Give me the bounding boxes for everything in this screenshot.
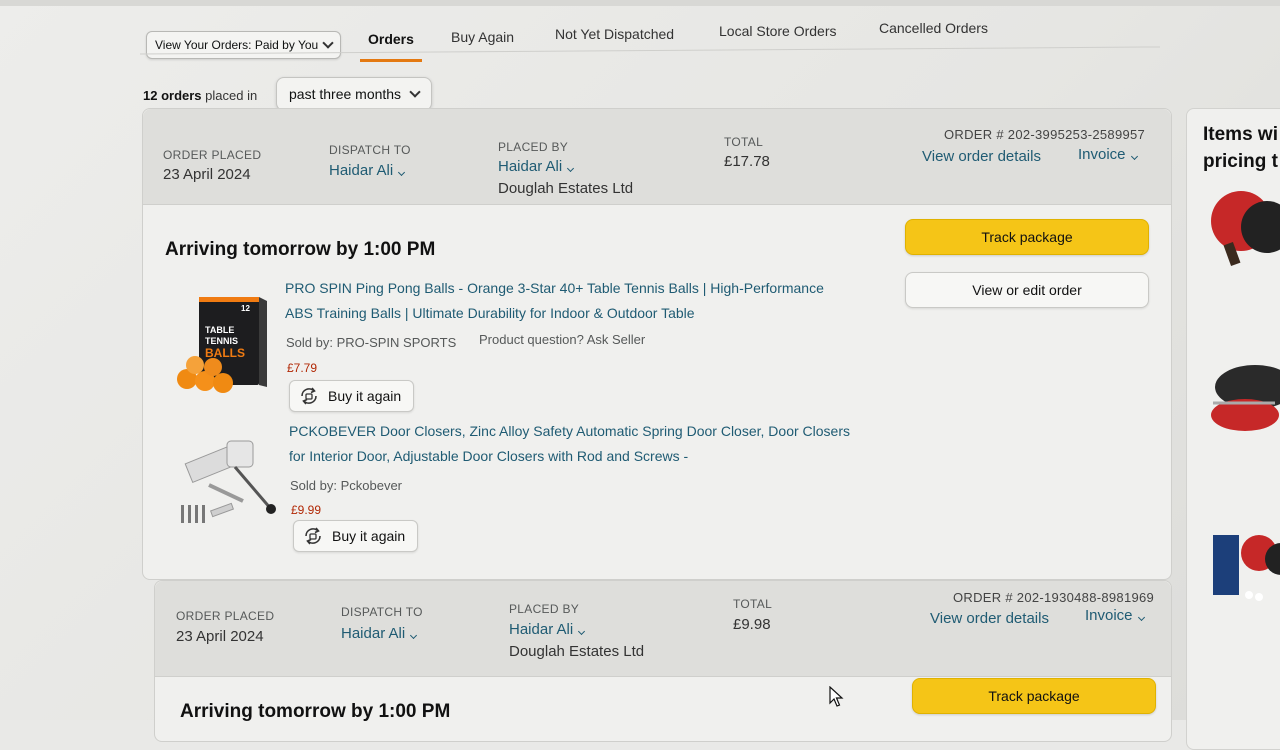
buy-it-again-button[interactable]: Buy it again [293, 520, 419, 552]
tab-local-store-orders[interactable]: Local Store Orders [719, 19, 837, 43]
chevron-down-icon [410, 631, 418, 640]
placed-in-label: placed in [205, 88, 258, 103]
door-closer-image[interactable] [179, 435, 279, 527]
ping-pong-balls-image[interactable]: TABLE TENNIS BALLS 12 [175, 291, 271, 395]
bat-case-image[interactable] [1205, 359, 1280, 439]
chevron-down-icon [567, 164, 575, 173]
dispatch-to-label: DISPATCH TO [329, 143, 411, 157]
order-placed-date: 23 April 2024 [163, 166, 251, 183]
chevron-down-icon [1130, 152, 1138, 161]
order-card-header: ORDER PLACED 23 April 2024 DISPATCH TO H… [155, 581, 1171, 677]
buy-it-again-label: Buy it again [328, 388, 402, 404]
invoice-dropdown[interactable]: Invoice [1085, 607, 1145, 624]
order-card-header: ORDER PLACED 23 April 2024 DISPATCH TO H… [143, 109, 1171, 205]
dispatch-to-label: DISPATCH TO [341, 605, 423, 619]
rail-title-line: Items wi [1203, 124, 1278, 145]
item-price: £7.79 [287, 361, 318, 375]
placed-by-label: PLACED BY [509, 602, 580, 616]
table-tennis-bat-image[interactable] [1205, 189, 1280, 269]
order-number: ORDER # 202-3995253-2589957 [944, 127, 1146, 142]
placed-by-name[interactable]: Haidar Ali [509, 621, 586, 638]
reorder-icon [301, 387, 317, 405]
paid-by-filter-label: View Your Orders: Paid by You [155, 38, 319, 52]
item-title-line: ABS Training Balls | Ultimate Durability… [285, 305, 695, 321]
total-label: TOTAL [733, 597, 773, 611]
ask-seller-link[interactable]: Product question? Ask Seller [479, 332, 645, 347]
placed-by-company: Douglah Estates Ltd [498, 180, 634, 197]
order-card: ORDER PLACED 23 April 2024 DISPATCH TO H… [154, 580, 1172, 742]
chevron-down-icon [322, 37, 334, 49]
order-total: £17.78 [724, 153, 770, 170]
invoice-link-text: Invoice [1085, 607, 1133, 624]
dispatch-to-name-text: Haidar Ali [329, 162, 394, 179]
track-package-button[interactable]: Track package [912, 678, 1156, 714]
dispatch-to-name-text: Haidar Ali [341, 625, 406, 642]
item-price: £9.99 [291, 503, 322, 517]
total-label: TOTAL [724, 135, 764, 149]
view-order-details-link[interactable]: View order details [930, 610, 1049, 627]
cursor-arrow-icon [829, 686, 844, 707]
sold-by: Sold by: PRO-SPIN SPORTS [286, 335, 457, 350]
tab-cancelled-orders[interactable]: Cancelled Orders [879, 16, 988, 40]
time-period-dropdown[interactable]: past three months [276, 77, 433, 111]
view-or-edit-order-button[interactable]: View or edit order [905, 272, 1149, 308]
rail-title: Items wi pricing t [1203, 121, 1278, 175]
chevron-down-icon [409, 86, 421, 98]
recommendations-rail: Items wi pricing t [1186, 108, 1280, 750]
invoice-dropdown[interactable]: Invoice [1078, 146, 1138, 163]
view-order-details-link[interactable]: View order details [922, 148, 1041, 165]
order-total: £9.98 [733, 616, 771, 633]
item-title-link[interactable]: PCKOBEVER Door Closers, Zinc Alloy Safet… [289, 419, 889, 469]
box-label-line-1: TABLE [205, 325, 234, 335]
paid-by-filter-dropdown[interactable]: View Your Orders: Paid by You [146, 31, 342, 59]
buy-it-again-label: Buy it again [332, 528, 406, 544]
rail-title-line: pricing t [1203, 151, 1278, 172]
browser-viewport: View Your Orders: Paid by You Orders Buy… [0, 0, 1280, 750]
dispatch-to-name[interactable]: Haidar Ali [341, 625, 418, 642]
chevron-down-icon [1137, 613, 1145, 622]
placed-by-label: PLACED BY [498, 140, 569, 154]
track-package-button[interactable]: Track package [905, 219, 1149, 255]
item-title-line: for Interior Door, Adjustable Door Close… [289, 448, 689, 464]
orders-count: 12 orders [143, 88, 202, 103]
placed-by-name-text: Haidar Ali [498, 158, 563, 175]
item-title-line: PRO SPIN Ping Pong Balls - Orange 3-Star… [285, 280, 824, 296]
tab-buy-again[interactable]: Buy Again [451, 25, 514, 49]
order-number: ORDER # 202-1930488-8981969 [953, 590, 1155, 605]
buy-it-again-button[interactable]: Buy it again [289, 380, 415, 412]
reorder-icon [305, 527, 321, 545]
order-placed-label: ORDER PLACED [163, 148, 262, 162]
order-card: ORDER PLACED 23 April 2024 DISPATCH TO H… [142, 108, 1172, 580]
item-title-line: PCKOBEVER Door Closers, Zinc Alloy Safet… [289, 423, 850, 439]
sold-by: Sold by: Pckobever [290, 478, 403, 493]
placed-by-name[interactable]: Haidar Ali [498, 158, 575, 175]
dispatch-to-name[interactable]: Haidar Ali [329, 162, 406, 179]
placed-by-company: Douglah Estates Ltd [509, 643, 645, 660]
chevron-down-icon [398, 168, 406, 177]
chevron-down-icon [578, 627, 586, 636]
placed-by-name-text: Haidar Ali [509, 621, 574, 638]
item-title-link[interactable]: PRO SPIN Ping Pong Balls - Orange 3-Star… [285, 276, 885, 326]
page-header-edge [0, 0, 1280, 6]
bat-set-image[interactable] [1205, 529, 1280, 609]
time-period-value: past three months [289, 86, 402, 102]
tab-not-yet-dispatched[interactable]: Not Yet Dispatched [555, 22, 674, 46]
box-count: 12 [241, 304, 250, 313]
order-placed-label: ORDER PLACED [176, 609, 275, 623]
orders-count-line: 12 orders placed in [143, 88, 257, 103]
box-label-line-2: TENNIS [205, 336, 238, 346]
box-label-line-3: BALLS [205, 346, 245, 360]
invoice-link-text: Invoice [1078, 146, 1126, 163]
delivery-status-heading: Arriving tomorrow by 1:00 PM [165, 239, 436, 260]
order-placed-date: 23 April 2024 [176, 628, 264, 645]
tab-orders[interactable]: Orders [360, 27, 422, 62]
